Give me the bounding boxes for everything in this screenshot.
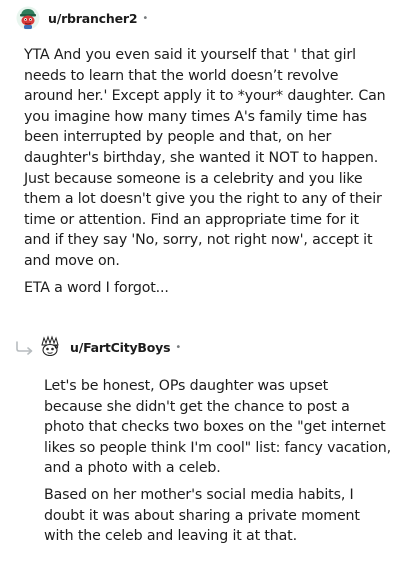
text-line: photo that checks two boxes on the "get … <box>44 419 386 436</box>
text-line: daughter's birthday, she wanted it NOT t… <box>24 149 379 166</box>
comment-paragraph: Let's be honest, OPs daughter was upset … <box>44 376 391 479</box>
snoo-avatar-white-icon[interactable] <box>38 335 62 359</box>
comment-paragraph: Based on her mother's social media habit… <box>44 485 391 547</box>
comment-header: u/rbrancher2 • <box>16 6 148 30</box>
text-line: Let's be honest, OPs daughter was upset <box>44 378 329 394</box>
text-line: Just because someone is a celebrity and … <box>24 170 363 187</box>
text-line: you imagine how many times A's family ti… <box>24 108 367 125</box>
text-line: around her.' Except apply it to *your* d… <box>24 88 386 105</box>
comment-username[interactable]: u/FartCityBoys <box>70 340 171 355</box>
text-line: with the celeb and leaving it at that. <box>44 528 297 545</box>
text-line: and a photo with a celeb. <box>44 460 221 477</box>
comment-body: YTA And you even said it yourself that '… <box>24 45 386 298</box>
snoo-avatar-red-icon[interactable] <box>16 6 40 30</box>
reply-arrow-icon <box>15 340 35 355</box>
text-line: them a lot doesn't give you the right to… <box>24 191 382 208</box>
text-line: YTA And you even said it yourself that '… <box>24 47 356 63</box>
text-line: ETA a word I forgot... <box>24 279 169 296</box>
text-line: and if they say 'No, sorry, not right no… <box>24 232 373 249</box>
text-line: needs to learn that the world doesn’t re… <box>24 67 339 84</box>
text-line: because she didn't get the chance to pos… <box>44 398 350 415</box>
comment-paragraph: ETA a word I forgot... <box>24 278 386 299</box>
meta-separator: • <box>175 341 182 353</box>
text-line: doubt it was about sharing a private mom… <box>44 507 360 524</box>
meta-separator: • <box>142 12 149 24</box>
comment-header: u/FartCityBoys • <box>38 335 181 359</box>
text-line: and move on. <box>24 252 120 269</box>
text-line: been interrupted by people and that, on … <box>24 129 332 146</box>
comment-username[interactable]: u/rbrancher2 <box>48 11 138 26</box>
text-line: time or attention. Find an appropriate t… <box>24 211 359 228</box>
comment-body: Let's be honest, OPs daughter was upset … <box>44 376 391 547</box>
comment-paragraph: YTA And you even said it yourself that '… <box>24 45 386 272</box>
text-line: likes so people think I'm cool" list: fa… <box>44 439 392 456</box>
text-line: Based on her mother's social media habit… <box>44 486 354 503</box>
